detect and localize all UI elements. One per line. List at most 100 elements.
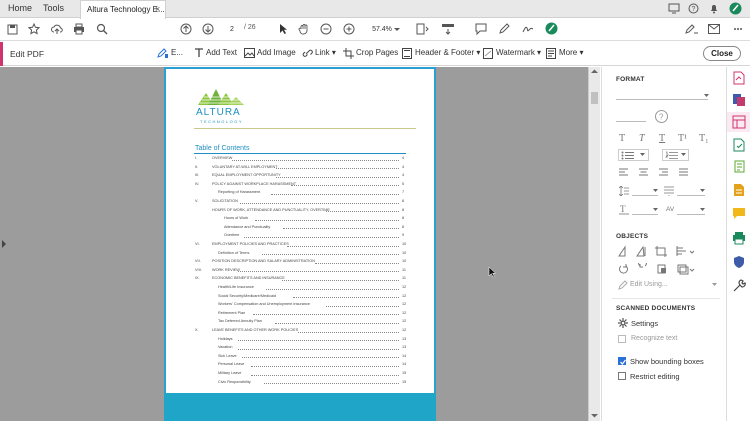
text-style-icons[interactable]: T T T T¹ T₁ — [619, 131, 715, 143]
line-spacing-icon[interactable] — [619, 186, 629, 196]
line-spacing-chevron-icon[interactable] — [653, 189, 658, 193]
toc-entry-title[interactable]: POSITION DESCRIPTION AND SALARY ADMINIST… — [212, 259, 315, 263]
paragraph-spacing-chevron-icon[interactable] — [700, 189, 705, 193]
toc-entry-title[interactable]: Personal Leave — [218, 362, 244, 366]
document-tab[interactable]: Altura Technology E... × — [80, 0, 166, 19]
scroll-down-icon[interactable] — [591, 413, 598, 418]
more-tools-button[interactable]: More ▾ — [559, 48, 583, 57]
bookmark-star-icon[interactable] — [28, 23, 40, 35]
char-spacing-chevron-icon[interactable] — [700, 208, 705, 212]
watermark-button[interactable]: Watermark ▾ — [496, 48, 541, 57]
home-tab[interactable]: Home — [8, 3, 32, 13]
restrict-editing-checkbox[interactable] — [618, 372, 626, 380]
comment-icon[interactable] — [475, 23, 487, 35]
object-arrange-icons[interactable] — [618, 245, 713, 257]
toc-entry-title[interactable]: Tax Deferred Annuity Plan — [218, 319, 262, 323]
toc-entry-title[interactable]: Definition of Terms — [218, 251, 249, 255]
recognize-text-checkbox[interactable] — [618, 335, 626, 343]
toc-entry-title[interactable]: Civic Responsibility — [218, 380, 251, 384]
settings-gear-icon[interactable] — [618, 318, 628, 328]
previous-page-icon[interactable] — [180, 23, 192, 35]
save-icon[interactable] — [7, 24, 18, 35]
email-icon[interactable] — [708, 24, 720, 34]
toc-entry-title[interactable]: Social Security/Medicare/Medicaid — [218, 294, 276, 298]
hand-pan-icon[interactable] — [298, 23, 310, 35]
horizontal-scale-icon[interactable]: T — [619, 204, 629, 215]
toc-entry-title[interactable]: EMPLOYMENT POLICIES AND PRACTICES — [212, 242, 289, 246]
close-edit-button[interactable]: Close — [703, 46, 741, 61]
fit-page-icon[interactable] — [416, 23, 430, 35]
zoom-out-icon[interactable] — [320, 23, 332, 35]
edit-using-label[interactable]: Edit Using... — [630, 281, 668, 288]
left-panel-toggle-icon[interactable] — [2, 240, 7, 248]
print-icon[interactable] — [73, 23, 85, 35]
numbered-list-chevron-icon[interactable] — [681, 153, 686, 157]
zoom-search-icon[interactable] — [96, 23, 108, 35]
document-tab-close-button[interactable]: × — [155, 4, 160, 14]
scroll-up-icon[interactable] — [591, 69, 598, 74]
print-production-tool-icon[interactable] — [732, 231, 746, 245]
acrobat-sign-icon[interactable] — [545, 22, 558, 35]
zoom-dropdown-chevron-icon[interactable] — [394, 28, 400, 32]
create-pdf-tool-icon[interactable] — [732, 93, 746, 107]
sign-icon[interactable] — [522, 23, 534, 35]
toc-entry-title[interactable]: Overtime — [224, 233, 239, 237]
highlight-pen-icon[interactable] — [498, 23, 510, 35]
toc-entry-title[interactable]: OVERVIEW — [212, 156, 232, 160]
scroll-mode-icon[interactable] — [441, 23, 455, 35]
toc-entry-title[interactable]: LEAVE BENEFITS AND OTHER WORK POLICIES — [212, 328, 298, 332]
page-number-input[interactable]: 2 — [224, 23, 240, 36]
toc-entry-title[interactable]: Hours of Work — [224, 216, 248, 220]
bullet-list-chevron-icon[interactable] — [640, 153, 645, 157]
scrollbar-thumb[interactable] — [591, 92, 598, 104]
edit-text-image-button[interactable]: E... — [171, 48, 183, 57]
user-avatar-icon[interactable] — [729, 2, 742, 15]
toc-entry-title[interactable]: Military Leave — [218, 371, 241, 375]
more-options-icon[interactable] — [733, 24, 743, 34]
organize-pages-tool-icon[interactable] — [732, 183, 746, 197]
add-text-button[interactable]: Add Text — [206, 48, 237, 57]
toc-entry-title[interactable]: ECONOMIC BENEFITS AND INSURANCE — [212, 276, 285, 280]
more-tools-wrench-icon[interactable] — [732, 279, 746, 293]
select-cursor-icon[interactable] — [278, 23, 288, 35]
text-alignment-icons[interactable] — [619, 168, 715, 178]
help-icon[interactable]: ? — [688, 3, 699, 14]
notification-bell-icon[interactable] — [709, 3, 719, 14]
toc-entry-title[interactable]: HOURS OF WORK, ATTENDANCE AND PUNCTUALIT… — [212, 208, 330, 212]
object-rotate-icons[interactable] — [618, 263, 713, 275]
export-pdf-tool-icon[interactable] — [732, 71, 746, 85]
toc-entry-title[interactable]: Workers' Compensation and Unemployment I… — [218, 302, 310, 306]
toc-entry-title[interactable]: Sick Leave — [218, 354, 237, 358]
toc-entry-title[interactable]: VOLUNTARY AT-WILL EMPLOYMENT — [212, 165, 278, 169]
toc-entry-title[interactable]: Retirement Plan — [218, 311, 245, 315]
edit-using-chevron-icon[interactable] — [712, 283, 717, 287]
protect-tool-icon[interactable] — [732, 255, 746, 269]
crop-pages-button[interactable]: Crop Pages — [356, 48, 398, 57]
add-image-button[interactable]: Add Image — [257, 48, 296, 57]
upload-cloud-icon[interactable] — [51, 23, 63, 35]
toc-entry-title[interactable]: SOLICITATION — [212, 199, 238, 203]
settings-label[interactable]: Settings — [631, 319, 658, 328]
paragraph-spacing-icon[interactable] — [664, 186, 674, 196]
share-screen-icon[interactable] — [668, 3, 680, 14]
font-family-dropdown[interactable] — [616, 89, 708, 100]
toc-entry-title[interactable]: WORK REVIEW — [212, 268, 240, 272]
combine-files-tool-icon[interactable] — [732, 160, 746, 174]
edit-pdf-tool-icon[interactable] — [732, 115, 746, 129]
tools-tab[interactable]: Tools — [43, 3, 64, 13]
link-button[interactable]: Link ▾ — [315, 48, 336, 57]
show-bounding-boxes-checkbox[interactable] — [618, 357, 627, 366]
toc-entry-title[interactable]: EQUAL EMPLOYMENT OPPORTUNITY — [212, 173, 281, 177]
toc-entry-title[interactable]: Reporting of Harassment — [218, 190, 260, 194]
horizontal-scale-chevron-icon[interactable] — [653, 208, 658, 212]
font-dropdown-chevron-icon[interactable] — [704, 94, 709, 98]
zoom-in-icon[interactable] — [343, 23, 355, 35]
pdf-page[interactable]: ALTURA TECHNOLOGY Table of Contents I. OV… — [164, 67, 436, 421]
toc-entry-title[interactable]: Attendance and Punctuality — [224, 225, 270, 229]
toc-entry-title[interactable]: Health/Life Insurance — [218, 285, 254, 289]
toc-entry-title[interactable]: Vacation — [218, 345, 233, 349]
font-help-icon[interactable]: ? — [655, 110, 668, 123]
comment-tool-icon[interactable] — [732, 138, 746, 152]
edit-sign-icon[interactable] — [685, 23, 699, 35]
toc-entry-title[interactable]: POLICY AGAINST WORKPLACE HARASSMENT — [212, 182, 296, 186]
